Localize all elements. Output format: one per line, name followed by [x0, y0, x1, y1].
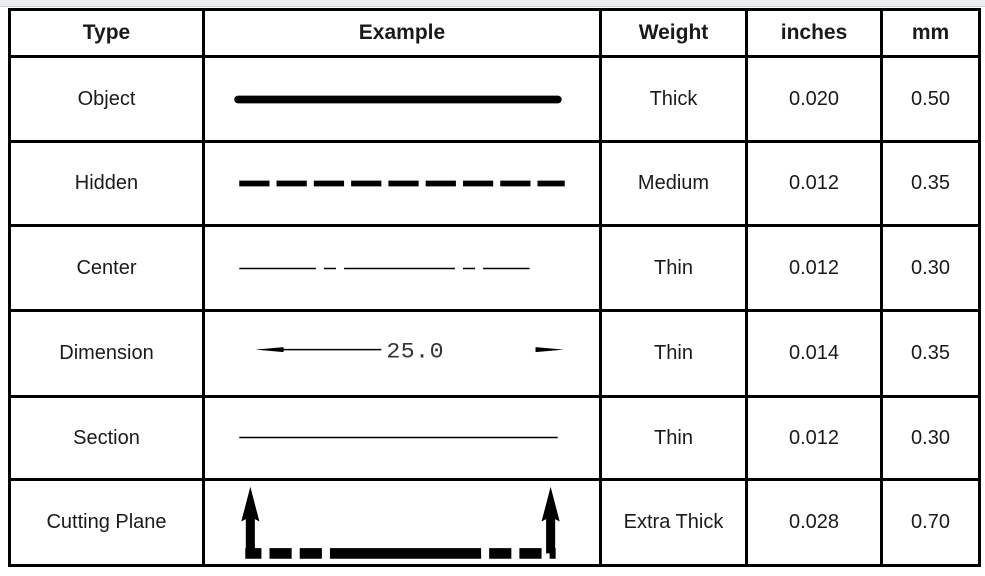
cell-type: Section — [8, 395, 205, 481]
cell-inches: 0.014 — [745, 309, 883, 398]
cell-mm: 0.35 — [880, 309, 981, 398]
table-row: Cutting Plane Extra Thick 0.028 0.70 — [8, 478, 981, 567]
cell-mm: 0.30 — [880, 395, 981, 481]
line-types-table: Type Example Weight inches mm Object Thi… — [8, 8, 981, 567]
cell-weight: Thick — [599, 55, 748, 143]
dimension-left-arrowhead — [255, 347, 284, 353]
cutting-plane-right-arrowhead — [541, 486, 560, 522]
dimension-right-arrowhead — [535, 347, 564, 353]
table-header-row: Type Example Weight inches mm — [8, 8, 981, 58]
cell-weight: Extra Thick — [599, 478, 748, 567]
cell-mm: 0.35 — [880, 140, 981, 227]
cell-example-hidden — [202, 140, 602, 227]
table-row: Center Thin 0.012 0.30 — [8, 224, 981, 312]
cell-example-object — [202, 55, 602, 143]
table-row: Dimension 25.0 Thin 0.014 0.35 — [8, 309, 981, 398]
column-header-example: Example — [202, 8, 602, 58]
object-line-graphic — [234, 95, 562, 104]
cell-inches: 0.012 — [745, 224, 883, 312]
dimension-value-text: 25.0 — [386, 339, 444, 364]
table-row: Section Thin 0.012 0.30 — [8, 395, 981, 481]
dimension-line-graphic: 25.0 — [255, 339, 564, 364]
line-type-reference-page: Type Example Weight inches mm Object Thi… — [0, 0, 985, 576]
cell-type: Dimension — [8, 309, 205, 398]
cell-type: Object — [8, 55, 205, 143]
center-line-graphic — [239, 267, 530, 270]
cell-inches: 0.012 — [745, 395, 883, 481]
cell-example-cutting-plane — [202, 478, 602, 567]
cell-weight: Medium — [599, 140, 748, 227]
cell-example-section — [202, 395, 602, 481]
cell-inches: 0.020 — [745, 55, 883, 143]
cell-weight: Thin — [599, 224, 748, 312]
cell-type: Center — [8, 224, 205, 312]
cell-weight: Thin — [599, 395, 748, 481]
cell-type: Hidden — [8, 140, 205, 227]
table-row: Object Thick 0.020 0.50 — [8, 55, 981, 143]
column-header-weight: Weight — [599, 8, 748, 58]
hidden-line-graphic — [239, 180, 565, 187]
table-row: Hidden Medium 0.012 0.35 — [8, 140, 981, 227]
cell-type: Cutting Plane — [8, 478, 205, 567]
cell-inches: 0.012 — [745, 140, 883, 227]
cell-example-dimension: 25.0 — [202, 309, 602, 398]
cell-mm: 0.30 — [880, 224, 981, 312]
column-header-inches: inches — [745, 8, 883, 58]
cell-mm: 0.70 — [880, 478, 981, 567]
cell-example-center — [202, 224, 602, 312]
page-top-band — [0, 0, 985, 7]
cutting-plane-left-arrowhead — [241, 486, 260, 522]
section-line-graphic — [239, 436, 558, 439]
cutting-plane-graphic — [241, 486, 560, 559]
cell-inches: 0.028 — [745, 478, 883, 567]
cell-weight: Thin — [599, 309, 748, 398]
column-header-mm: mm — [880, 8, 981, 58]
cell-mm: 0.50 — [880, 55, 981, 143]
column-header-type: Type — [8, 8, 205, 58]
